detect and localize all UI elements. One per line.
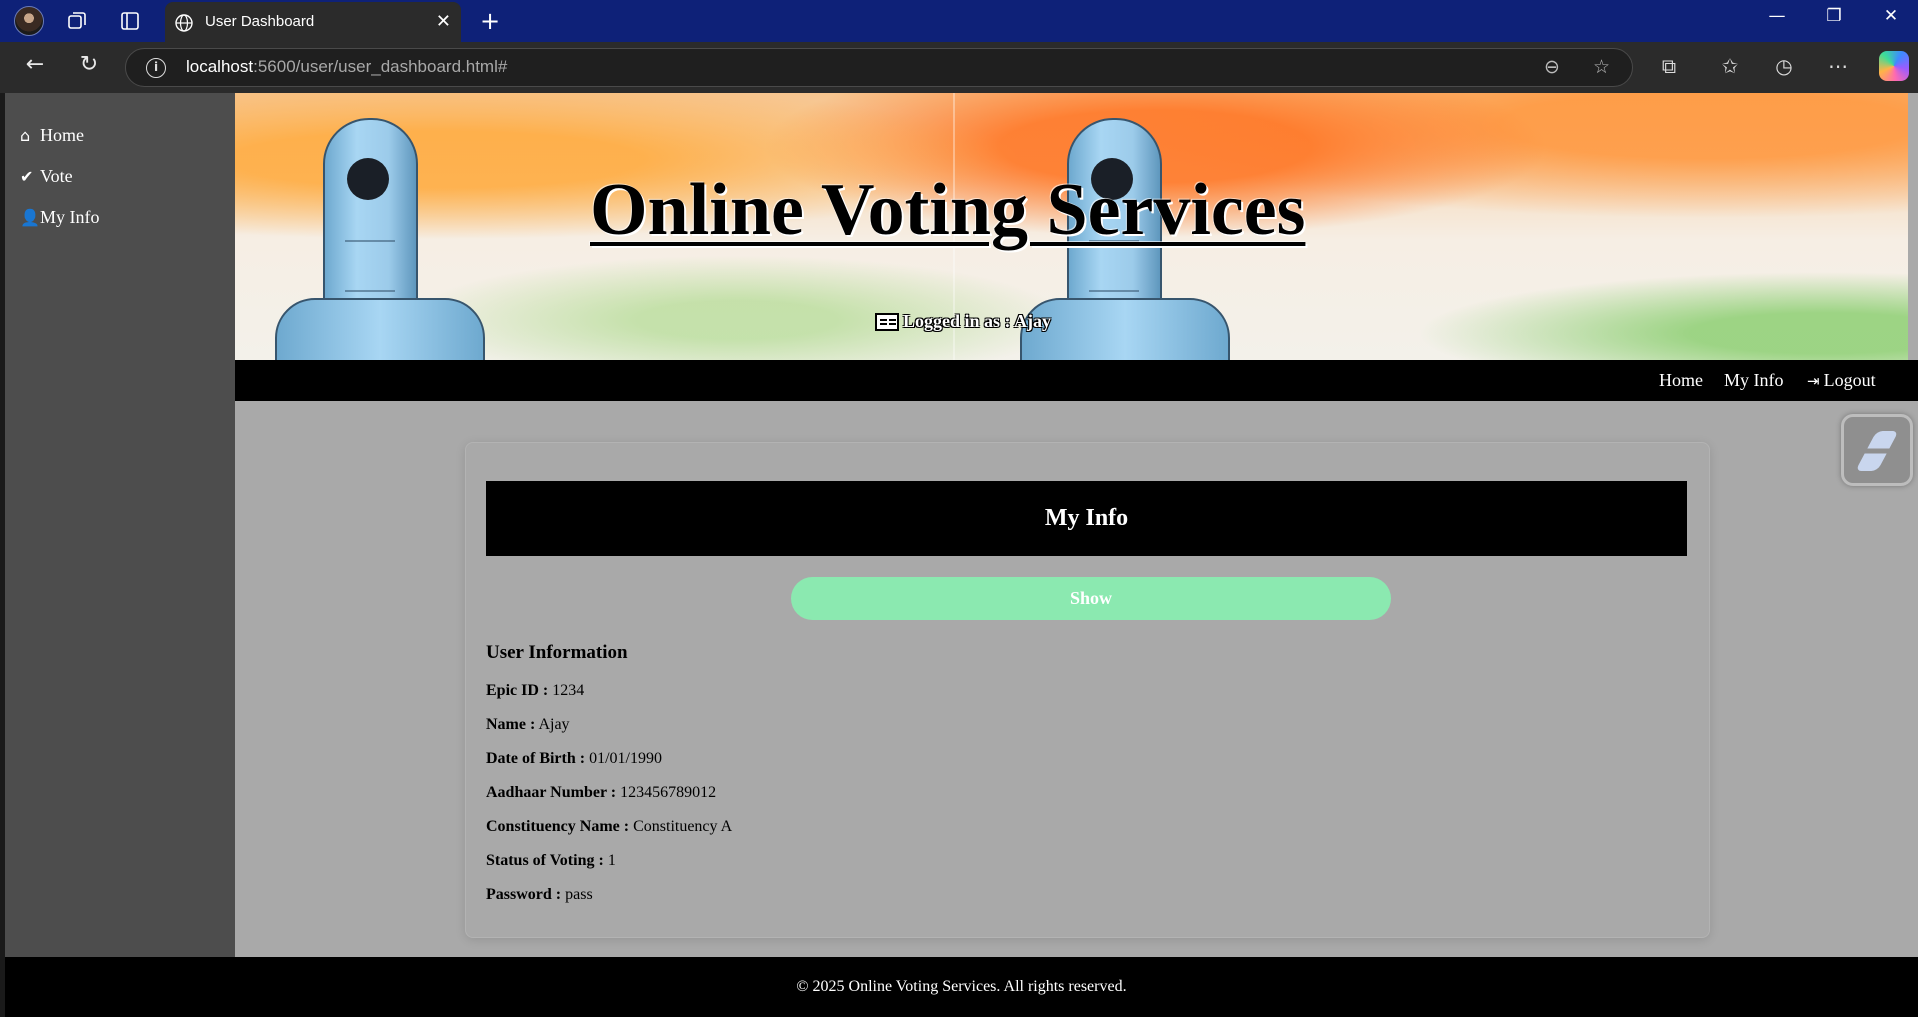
info-row-aadhaar: Aadhaar Number : 123456789012 [486, 784, 717, 801]
check-circle-icon: ✔ [20, 167, 34, 186]
info-row-name: Name : Ajay [486, 716, 570, 733]
history-icon[interactable]: ◷ [1769, 54, 1799, 78]
workspaces-icon[interactable] [64, 8, 90, 34]
top-navbar: Home My Info ⇥ Logout [235, 360, 1918, 401]
restore-icon[interactable]: ❐ [1814, 6, 1854, 26]
show-button[interactable]: Show [791, 577, 1391, 620]
nav-logout-link[interactable]: ⇥ Logout [1807, 370, 1876, 391]
active-tab[interactable]: User Dashboard ✕ [165, 2, 461, 42]
url-text[interactable]: localhost:5600/user/user_dashboard.html# [186, 57, 507, 77]
sidebar-item-vote[interactable]: ✔ Vote [5, 156, 235, 197]
id-card-icon [875, 312, 899, 331]
info-row-voting-status: Status of Voting : 1 [486, 852, 616, 869]
address-bar: ← ↻ i localhost:5600/user/user_dashboard… [0, 42, 1918, 93]
card-header: My Info [486, 481, 1687, 556]
copilot-icon[interactable] [1879, 51, 1909, 81]
globe-icon [174, 13, 194, 37]
refresh-icon[interactable]: ↻ [74, 52, 104, 77]
favorites-icon[interactable]: ✩ [1715, 54, 1745, 78]
tab-title: User Dashboard [205, 13, 315, 30]
browser-titlebar: User Dashboard ✕ + — ❐ ✕ [0, 0, 1918, 42]
more-icon[interactable]: ⋯ [1823, 54, 1853, 78]
footer: © 2025 Online Voting Services. All right… [5, 957, 1918, 1017]
page-content: ⌂ Home ✔ Vote 👤 My Info Online Voting Se… [5, 93, 1918, 1017]
my-info-card: My Info Show User Information Epic ID : … [465, 442, 1710, 938]
close-icon[interactable]: ✕ [436, 11, 451, 32]
info-row-epic-id: Epic ID : 1234 [486, 682, 585, 699]
new-tab-icon[interactable]: + [477, 7, 503, 35]
sidebar: ⌂ Home ✔ Vote 👤 My Info [5, 93, 235, 957]
floating-tool-icon[interactable] [1841, 414, 1913, 486]
info-row-dob: Date of Birth : 01/01/1990 [486, 750, 662, 767]
profile-avatar[interactable] [14, 6, 44, 36]
user-icon: 👤 [20, 208, 40, 227]
info-row-constituency: Constituency Name : Constituency A [486, 818, 733, 835]
logout-icon: ⇥ [1807, 372, 1820, 390]
zoom-out-icon[interactable]: ⊖ [1544, 56, 1560, 78]
hand-image [275, 298, 485, 360]
nav-home-link[interactable]: Home [1659, 370, 1703, 391]
header-banner: Online Voting Services Logged in as : Aj… [235, 93, 1908, 360]
hand-image-2 [1020, 298, 1230, 360]
sidebar-item-home[interactable]: ⌂ Home [5, 115, 235, 156]
nav-my-info-link[interactable]: My Info [1724, 370, 1784, 391]
info-icon[interactable]: i [146, 58, 166, 78]
page-title: Online Voting Services [590, 169, 1306, 251]
star-icon[interactable]: ☆ [1593, 56, 1610, 78]
window-close-icon[interactable]: ✕ [1871, 6, 1911, 26]
logged-in-status: Logged in as : Ajay [875, 311, 1051, 332]
info-row-password: Password : pass [486, 886, 593, 903]
sidebar-item-my-info[interactable]: 👤 My Info [5, 197, 235, 238]
url-field[interactable]: i localhost:5600/user/user_dashboard.htm… [125, 48, 1633, 87]
home-icon: ⌂ [20, 126, 31, 145]
user-information-heading: User Information [486, 642, 628, 663]
back-icon[interactable]: ← [20, 52, 50, 77]
extensions-icon[interactable]: ⧉ [1654, 54, 1684, 78]
minimize-icon[interactable]: — [1757, 6, 1797, 26]
tab-actions-icon[interactable] [117, 8, 143, 34]
